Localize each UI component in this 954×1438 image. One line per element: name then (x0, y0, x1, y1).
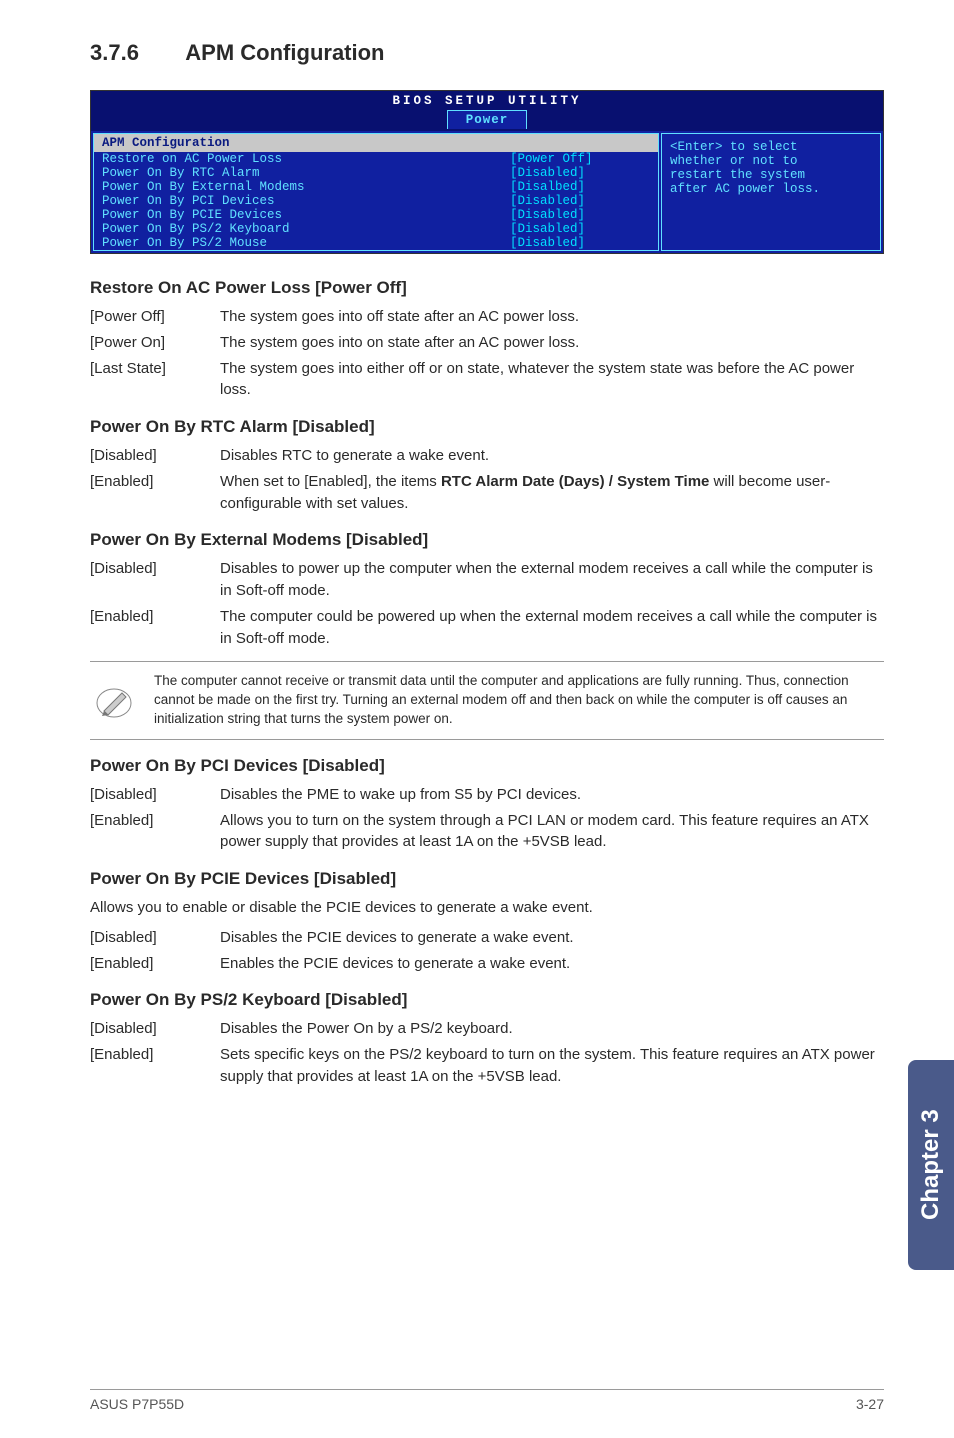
bios-row-key: Power On By PCIE Devices (102, 208, 510, 222)
bios-row-val: [Disabled] (510, 236, 650, 250)
bios-help-line: after AC power loss. (670, 182, 872, 196)
bios-row: Power On By PCI Devices[Disabled] (94, 194, 658, 208)
option-desc: The system goes into off state after an … (220, 306, 884, 328)
bios-row-key: Power On By PCI Devices (102, 194, 510, 208)
option-label: [Last State] (90, 358, 220, 402)
bios-tab-power: Power (447, 110, 528, 129)
option-row: [Power Off]The system goes into off stat… (90, 306, 884, 328)
bios-row: Power On By External Modems[Disalbed] (94, 180, 658, 194)
option-desc: Sets specific keys on the PS/2 keyboard … (220, 1044, 884, 1088)
bios-help-line: whether or not to (670, 154, 872, 168)
option-label: [Disabled] (90, 445, 220, 467)
note-text: The computer cannot receive or transmit … (154, 672, 884, 729)
bios-tab-row: Power (91, 110, 883, 131)
option-desc: Disables the PME to wake up from S5 by P… (220, 784, 884, 806)
option-label: [Enabled] (90, 953, 220, 975)
bios-panel-heading: APM Configuration (94, 134, 658, 152)
bios-row-val: [Disabled] (510, 208, 650, 222)
bios-row-val: [Disalbed] (510, 180, 650, 194)
footer-left: ASUS P7P55D (90, 1396, 184, 1412)
setting-intro: Allows you to enable or disable the PCIE… (90, 897, 884, 919)
option-label: [Enabled] (90, 1044, 220, 1088)
option-row: [Disabled]Disables RTC to generate a wak… (90, 445, 884, 467)
bios-help-line: <Enter> to select (670, 140, 872, 154)
bios-help-line: restart the system (670, 168, 872, 182)
option-label: [Disabled] (90, 558, 220, 602)
page-footer: ASUS P7P55D 3-27 (90, 1389, 884, 1412)
bios-row-key: Power On By PS/2 Keyboard (102, 222, 510, 236)
bios-row: Power On By RTC Alarm[Disabled] (94, 166, 658, 180)
bios-row-key: Power On By PS/2 Mouse (102, 236, 510, 250)
option-row: [Enabled]The computer could be powered u… (90, 606, 884, 650)
setting-heading: Power On By PCIE Devices [Disabled] (90, 869, 884, 889)
bios-panel: BIOS SETUP UTILITY Power APM Configurati… (90, 90, 884, 254)
option-row: [Last State]The system goes into either … (90, 358, 884, 402)
option-desc: Allows you to turn on the system through… (220, 810, 884, 854)
footer-right: 3-27 (856, 1396, 884, 1412)
option-row: [Enabled]Allows you to turn on the syste… (90, 810, 884, 854)
bios-help-pane: <Enter> to select whether or not to rest… (661, 133, 881, 251)
bios-row: Restore on AC Power Loss[Power Off] (94, 152, 658, 166)
option-row: [Enabled]Enables the PCIE devices to gen… (90, 953, 884, 975)
bios-row-key: Restore on AC Power Loss (102, 152, 510, 166)
bios-row-key: Power On By RTC Alarm (102, 166, 510, 180)
option-desc: Disables the Power On by a PS/2 keyboard… (220, 1018, 884, 1040)
option-desc: Disables RTC to generate a wake event. (220, 445, 884, 467)
setting-heading: Power On By External Modems [Disabled] (90, 530, 884, 550)
section-heading: 3.7.6 APM Configuration (90, 40, 884, 66)
bios-row-key: Power On By External Modems (102, 180, 510, 194)
section-number: 3.7.6 (90, 40, 180, 66)
option-desc-prefix: When set to [Enabled], the items (220, 473, 441, 490)
section-title-text: APM Configuration (185, 40, 384, 65)
option-row: [Enabled]Sets specific keys on the PS/2 … (90, 1044, 884, 1088)
option-label: [Power On] (90, 332, 220, 354)
note-block: The computer cannot receive or transmit … (90, 661, 884, 740)
option-row: [Disabled]Disables to power up the compu… (90, 558, 884, 602)
option-desc: The computer could be powered up when th… (220, 606, 884, 650)
bios-row-val: [Disabled] (510, 194, 650, 208)
setting-heading: Power On By RTC Alarm [Disabled] (90, 417, 884, 437)
pencil-icon (94, 681, 134, 721)
option-label: [Disabled] (90, 784, 220, 806)
setting-heading: Restore On AC Power Loss [Power Off] (90, 278, 884, 298)
option-desc: When set to [Enabled], the items RTC Ala… (220, 471, 884, 515)
note-pencil-icon (90, 672, 138, 729)
option-label: [Power Off] (90, 306, 220, 328)
option-desc-bold: RTC Alarm Date (Days) / System Time (441, 473, 709, 490)
bios-title: BIOS SETUP UTILITY (91, 91, 883, 110)
bios-row-val: [Disabled] (510, 222, 650, 236)
bios-row-val: [Power Off] (510, 152, 650, 166)
option-desc: The system goes into on state after an A… (220, 332, 884, 354)
option-label: [Disabled] (90, 927, 220, 949)
option-desc: The system goes into either off or on st… (220, 358, 884, 402)
setting-heading: Power On By PCI Devices [Disabled] (90, 756, 884, 776)
option-row: [Enabled] When set to [Enabled], the ite… (90, 471, 884, 515)
option-desc: Disables to power up the computer when t… (220, 558, 884, 602)
setting-heading: Power On By PS/2 Keyboard [Disabled] (90, 990, 884, 1010)
option-desc: Disables the PCIE devices to generate a … (220, 927, 884, 949)
option-label: [Enabled] (90, 606, 220, 650)
option-label: [Enabled] (90, 810, 220, 854)
option-row: [Disabled]Disables the Power On by a PS/… (90, 1018, 884, 1040)
option-row: [Disabled]Disables the PCIE devices to g… (90, 927, 884, 949)
option-label: [Disabled] (90, 1018, 220, 1040)
bios-settings-list: APM Configuration Restore on AC Power Lo… (93, 133, 659, 251)
option-label: [Enabled] (90, 471, 220, 515)
option-row: [Power On]The system goes into on state … (90, 332, 884, 354)
bios-body: APM Configuration Restore on AC Power Lo… (91, 131, 883, 253)
option-row: [Disabled]Disables the PME to wake up fr… (90, 784, 884, 806)
page-root: 3.7.6 APM Configuration BIOS SETUP UTILI… (0, 0, 954, 1438)
bios-row: Power On By PS/2 Keyboard[Disabled] (94, 222, 658, 236)
bios-row: Power On By PS/2 Mouse[Disabled] (94, 236, 658, 250)
chapter-side-tab: Chapter 3 (908, 1060, 954, 1270)
option-desc: Enables the PCIE devices to generate a w… (220, 953, 884, 975)
bios-row: Power On By PCIE Devices[Disabled] (94, 208, 658, 222)
bios-row-val: [Disabled] (510, 166, 650, 180)
